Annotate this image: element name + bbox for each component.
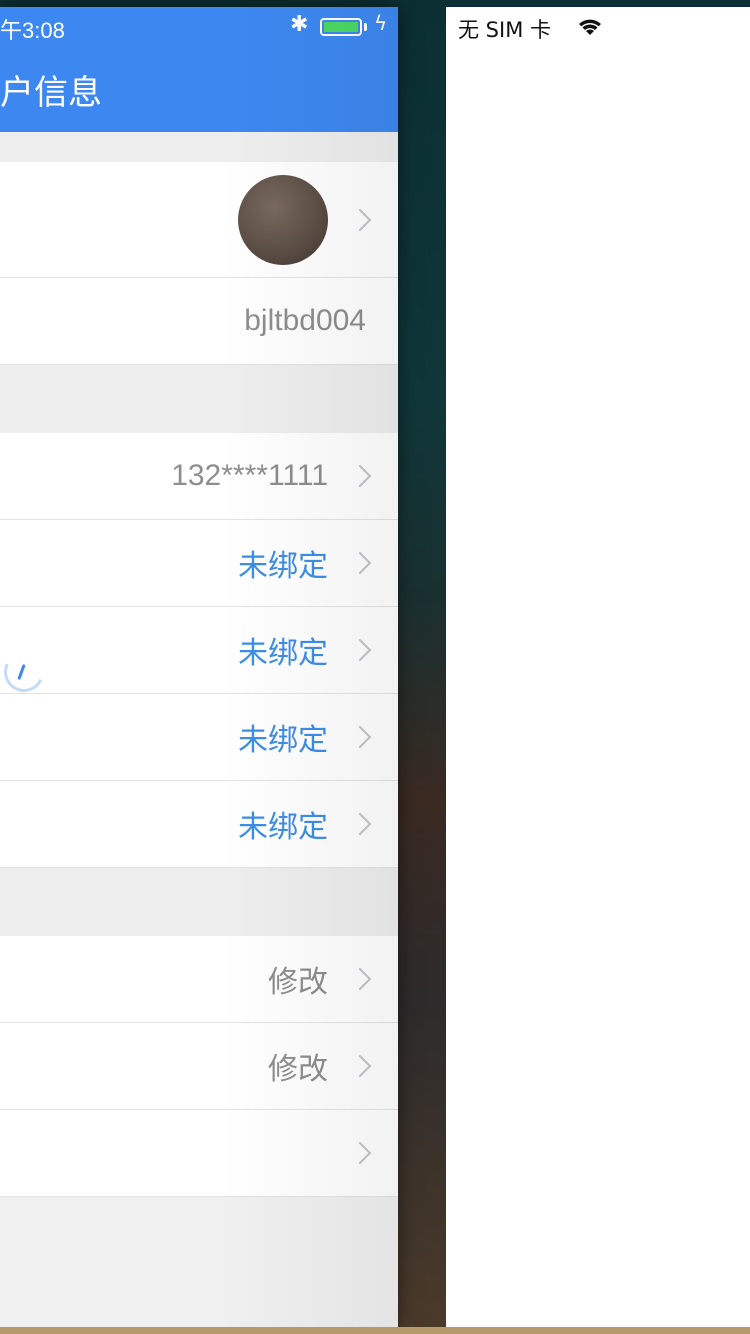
bottom-strip bbox=[0, 1327, 750, 1334]
row-bind-2[interactable]: 未绑定 bbox=[0, 607, 398, 694]
status-time: 午3:08 bbox=[0, 18, 65, 43]
chevron-right-icon bbox=[348, 812, 372, 836]
app-switcher-screen: 午3:08 ✱ ϟ 户信息 bjltbd004 132****1111 未绑定 … bbox=[0, 0, 750, 1334]
row-bind-3[interactable]: 未绑定 bbox=[0, 694, 398, 781]
row-bind-1[interactable]: 未绑定 bbox=[0, 520, 398, 607]
chevron-right-icon bbox=[348, 1054, 372, 1078]
battery-cap bbox=[364, 23, 367, 31]
settings-list: bjltbd004 132****1111 未绑定 未绑定 未绑定 未绑定 修改… bbox=[0, 132, 398, 1197]
bluetooth-icon: ✱ bbox=[290, 12, 309, 37]
chevron-right-icon bbox=[348, 1141, 372, 1165]
wifi-icon bbox=[579, 19, 601, 35]
modify-label: 修改 bbox=[268, 965, 328, 1000]
row-bind-4[interactable]: 未绑定 bbox=[0, 781, 398, 868]
user-avatar bbox=[238, 174, 328, 265]
section-gap bbox=[0, 365, 398, 433]
row-phone[interactable]: 132****1111 bbox=[0, 433, 398, 520]
chevron-right-icon bbox=[348, 967, 372, 991]
section-gap bbox=[0, 132, 398, 162]
row-modify-2[interactable]: 修改 bbox=[0, 1023, 398, 1110]
chevron-right-icon bbox=[348, 208, 372, 231]
chevron-right-icon bbox=[348, 638, 372, 662]
app-card-account-info[interactable]: 午3:08 ✱ ϟ 户信息 bjltbd004 132****1111 未绑定 … bbox=[0, 7, 398, 1327]
page-title: 户信息 bbox=[0, 73, 102, 113]
carrier-label: 无 SIM 卡 bbox=[458, 18, 551, 42]
charging-icon: ϟ bbox=[374, 11, 388, 35]
bind-status: 未绑定 bbox=[238, 636, 328, 671]
row-more[interactable] bbox=[0, 1110, 398, 1197]
username-value: bjltbd004 bbox=[244, 304, 366, 337]
bind-status: 未绑定 bbox=[238, 810, 328, 845]
app-card-blank[interactable]: 无 SIM 卡 bbox=[446, 7, 750, 1327]
chevron-right-icon bbox=[348, 464, 372, 488]
modify-label: 修改 bbox=[268, 1052, 328, 1087]
phone-value: 132****1111 bbox=[171, 459, 328, 492]
bind-status: 未绑定 bbox=[238, 549, 328, 584]
navigation-bar: 午3:08 ✱ ϟ 户信息 bbox=[0, 7, 398, 132]
chevron-right-icon bbox=[348, 725, 372, 749]
row-username: bjltbd004 bbox=[0, 278, 398, 365]
row-avatar[interactable] bbox=[0, 162, 398, 278]
section-gap bbox=[0, 868, 398, 936]
row-modify-1[interactable]: 修改 bbox=[0, 936, 398, 1023]
chevron-right-icon bbox=[348, 551, 372, 575]
bind-status: 未绑定 bbox=[238, 723, 328, 758]
battery-icon bbox=[320, 18, 362, 36]
